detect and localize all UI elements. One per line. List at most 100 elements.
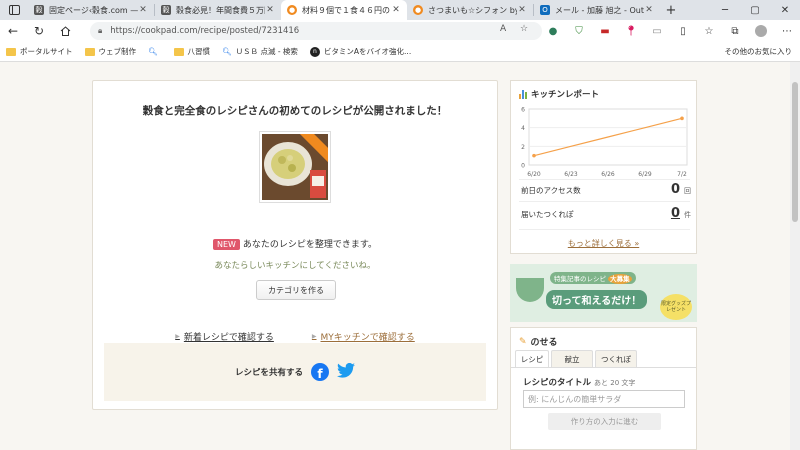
more-menu-icon[interactable]: ⋯ <box>774 20 800 42</box>
address-bar-row: ← ↻ 🔒︎ https://cookpad.com/recipe/posted… <box>0 20 800 42</box>
split-screen-icon[interactable]: ▯ <box>670 20 696 42</box>
tab-favicon: 穀 <box>34 5 44 15</box>
new-tab-button[interactable]: + <box>660 0 682 20</box>
extension-pin-icon[interactable]: 📍︎ <box>618 20 644 42</box>
recipe-photo <box>262 134 328 200</box>
bookmark-vitamin[interactable]: n ビタミンAをバイオ強化... <box>309 46 411 57</box>
page-scrollbar[interactable] <box>790 62 800 450</box>
share-label: レシピを共有する <box>234 368 303 378</box>
recipe-title-input[interactable]: 例: にんじんの簡単サラダ <box>523 390 685 408</box>
close-tab-icon[interactable]: ✕ <box>265 5 275 15</box>
bookmark-label: ウェブ制作 <box>98 47 137 56</box>
extension-red-icon[interactable]: ▬ <box>592 20 618 42</box>
kitchen-report-title-text: キッチンレポート <box>531 90 600 100</box>
my-kitchen-link-label: MYキッチンで確認する <box>320 333 415 343</box>
share-box: レシピを共有する f <box>104 343 486 401</box>
tab-favicon: 穀 <box>161 5 171 15</box>
extension-shield-icon[interactable]: ⛉ <box>566 20 592 42</box>
recipe-thumbnail[interactable] <box>259 131 331 203</box>
divider <box>519 229 690 230</box>
data-point <box>532 153 536 158</box>
x-tick-label: 6/26 <box>601 171 615 178</box>
banner-present-badge: 限定グッズプレゼント <box>660 294 692 320</box>
extension-gray-icon[interactable]: ▭ <box>644 20 670 42</box>
y-tick-label: 4 <box>521 125 525 132</box>
bookmark-portal[interactable]: ポータルサイト <box>6 46 73 57</box>
back-button[interactable]: ← <box>0 20 26 42</box>
favorite-add-icon[interactable]: ☆ <box>520 24 528 34</box>
refresh-button[interactable]: ↻ <box>26 20 52 42</box>
bookmark-search[interactable]: 🔍︎ <box>148 47 162 56</box>
browser-tab-1[interactable]: 穀 固定ページ‹穀食.com — W ✕ <box>28 0 154 20</box>
bookmark-habits[interactable]: 八習慣 <box>173 46 211 57</box>
browser-tab-3-active[interactable]: ● 材料９個で１食４６円の ✕ <box>281 0 407 20</box>
lock-icon: 🔒︎ <box>98 26 103 35</box>
salad-bowl-illustration <box>516 278 544 302</box>
banner-badge: 大募集 <box>608 274 632 284</box>
favorites-icon[interactable]: ☆ <box>696 20 722 42</box>
more-details-link[interactable]: もっと詳しく見る » <box>511 238 696 249</box>
page-content: 穀食と完全食のレシピさんの初めてのレシピが公開されました！ NEW あなたのレシピ… <box>0 62 790 450</box>
other-favorites[interactable]: その他のお気に入り <box>725 46 793 57</box>
my-kitchen-link[interactable]: ▶ MYキッチンで確認する <box>312 330 415 343</box>
close-window-icon[interactable]: ✕ <box>770 0 800 20</box>
bookmark-label: ポータルサイト <box>20 47 73 56</box>
post-title: ✎ のせる <box>519 335 558 349</box>
bookmark-web[interactable]: ウェブ制作 <box>84 46 137 57</box>
tsukurepo-value[interactable]: 0 <box>671 206 680 221</box>
access-label: 前日のアクセス数 <box>521 186 581 195</box>
confirm-links: ▶ 新着レシピで確認する ▶ MYキッチンで確認する <box>93 330 497 343</box>
url-field[interactable]: 🔒︎ https://cookpad.com/recipe/posted/723… <box>90 22 542 40</box>
scrollbar-thumb[interactable] <box>792 82 798 222</box>
twitter-icon[interactable] <box>337 362 355 381</box>
tab-tsukurepo[interactable]: つくれぽ <box>595 350 637 367</box>
window-controls: ─ ▢ ✕ <box>710 0 800 20</box>
x-tick-label: 6/23 <box>564 171 578 178</box>
new-notice: NEW あなたのレシピを整理できます。 <box>93 237 497 250</box>
search-icon: 🔍︎ <box>222 47 232 56</box>
feature-banner[interactable]: 特集記事のレシピ 大募集 切って和えるだけ！ 限定グッズプレゼント <box>510 264 697 322</box>
home-button[interactable] <box>52 20 78 42</box>
close-tab-icon[interactable]: ✕ <box>517 5 527 15</box>
home-icon <box>60 26 70 36</box>
bar-chart-icon <box>519 89 527 99</box>
access-line-chart: 0 2 4 6 6/20 6/23 6/26 6/29 7/2 <box>521 107 688 178</box>
close-tab-icon[interactable]: ✕ <box>138 5 148 15</box>
divider <box>519 201 690 202</box>
x-tick-label: 7/2 <box>677 171 687 178</box>
tab-menu[interactable]: 献立 <box>551 350 593 367</box>
collections-icon[interactable]: ⧉ <box>722 20 748 42</box>
maximize-icon[interactable]: ▢ <box>740 0 770 20</box>
triangle-icon: ▶ <box>175 333 180 340</box>
banner-line1-text: 特集記事のレシピ <box>554 275 606 283</box>
bookmark-label: 八習慣 <box>187 47 211 56</box>
tab-recipe[interactable]: レシピ <box>515 350 549 367</box>
create-category-button[interactable]: カテゴリを作る <box>256 280 336 300</box>
extension-green-icon[interactable]: ● <box>540 20 566 42</box>
banner-line2: 切って和えるだけ！ <box>546 290 648 309</box>
tab-favicon: O <box>540 5 550 15</box>
bookmark-usb[interactable]: 🔍︎ ＵＳＢ 点滅 - 検索 <box>222 46 298 57</box>
close-tab-icon[interactable]: ✕ <box>644 5 654 15</box>
tab-favicon: ● <box>287 5 297 15</box>
close-tab-icon[interactable]: ✕ <box>391 5 401 15</box>
y-tick-label: 6 <box>521 107 525 114</box>
profile-avatar[interactable] <box>748 20 774 42</box>
read-aloud-icon[interactable]: A <box>500 24 506 34</box>
y-tick-label: 2 <box>521 144 525 151</box>
browser-tab-2[interactable]: 穀 穀食必見！年間食費５万円 ✕ <box>155 0 281 20</box>
new-recipes-link[interactable]: ▶ 新着レシピで確認する <box>175 330 274 343</box>
y-tick-label: 0 <box>521 163 525 170</box>
folder-icon <box>84 47 95 56</box>
browser-tab-4[interactable]: ● さつまいも☆シフォン by kk ✕ <box>407 0 533 20</box>
kitchen-report-card: キッチンレポート 0 2 4 6 6/20 6/23 6/26 6/29 7/2 前日のアクセス… <box>510 80 697 254</box>
facebook-icon[interactable]: f <box>311 363 329 381</box>
minimize-icon[interactable]: ─ <box>710 0 740 20</box>
tab-title: 材料９個で１食４６円の <box>302 5 390 15</box>
tab-actions-icon[interactable] <box>0 0 28 20</box>
access-value: 0 <box>670 182 680 197</box>
browser-tab-5[interactable]: O メール - 加藤 旭之 - Outlo ✕ <box>534 0 660 20</box>
x-tick-label: 6/20 <box>527 171 541 178</box>
next-step-button[interactable]: 作り方の入力に進む <box>548 413 661 430</box>
tab-title: さつまいも☆シフォン by kk <box>428 5 517 15</box>
